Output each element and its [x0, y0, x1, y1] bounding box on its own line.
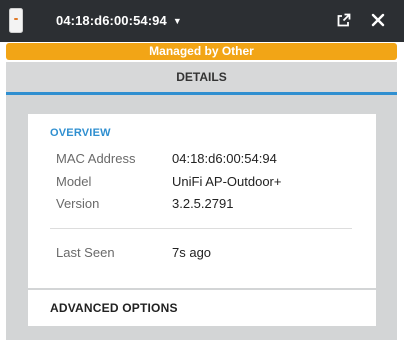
close-icon[interactable]: [370, 12, 386, 28]
managed-by-other-banner: Managed by Other: [6, 43, 397, 60]
tab-details[interactable]: DETAILS: [6, 62, 397, 92]
device-name-dropdown[interactable]: 04:18:d6:00:54:94 ▼: [56, 13, 182, 28]
device-name-label: 04:18:d6:00:54:94: [56, 13, 167, 28]
version-label: Version: [56, 196, 100, 211]
divider: [50, 228, 352, 229]
model-label: Model: [56, 174, 92, 189]
chevron-down-icon: ▼: [172, 16, 182, 26]
version-value: 3.2.5.2791: [172, 196, 234, 211]
model-value: UniFi AP-Outdoor+: [172, 174, 282, 189]
overview-title: OVERVIEW: [50, 127, 111, 139]
tab-bar: DETAILS: [6, 62, 397, 95]
overview-section: OVERVIEW MAC Address 04:18:d6:00:54:94 M…: [28, 114, 376, 288]
panel-header: 04:18:d6:00:54:94 ▼: [0, 0, 404, 42]
access-point-icon: [9, 8, 23, 33]
last-seen-label: Last Seen: [56, 245, 115, 260]
last-seen-value: 7s ago: [172, 245, 212, 260]
mac-address-label: MAC Address: [56, 151, 136, 166]
mac-address-value: 04:18:d6:00:54:94: [172, 151, 277, 166]
popout-icon[interactable]: [336, 13, 351, 28]
advanced-options-section[interactable]: ADVANCED OPTIONS: [28, 290, 376, 326]
device-properties-panel: 04:18:d6:00:54:94 ▼ Managed by Other DETA…: [0, 0, 404, 347]
